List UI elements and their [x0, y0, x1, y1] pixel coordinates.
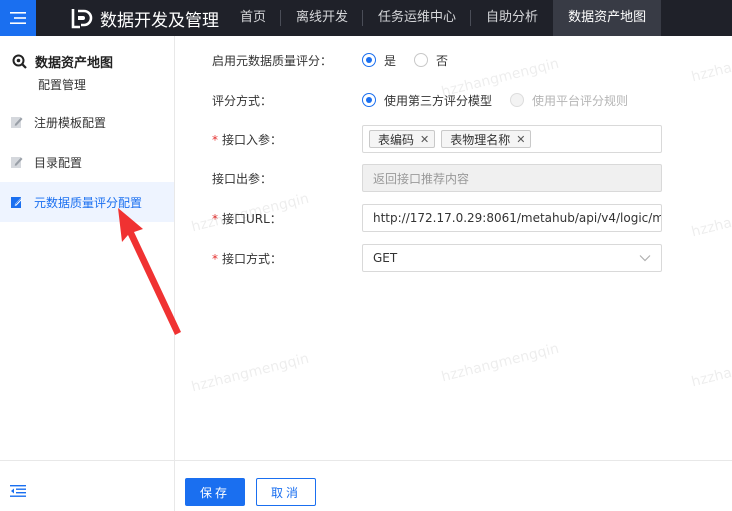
- input-params-label-text: 接口入参：: [222, 132, 283, 147]
- form-row-api-method: * 接口方式： GET: [175, 244, 732, 272]
- config-form: 启用元数据质量评分： 是 否 评分方式： 使用第三方评分模型 使用平台评分规则: [175, 36, 732, 511]
- required-mark: *: [212, 251, 218, 266]
- input-params-label: * 接口入参：: [212, 131, 282, 148]
- api-method-select[interactable]: GET: [362, 244, 662, 272]
- app-logo[interactable]: 数据开发及管理: [70, 6, 219, 31]
- top-navigation-bar: 数据开发及管理 首页 离线开发 任务运维中心 自助分析 数据资产地图: [0, 0, 732, 36]
- radio-third-party-model[interactable]: 使用第三方评分模型: [362, 92, 492, 109]
- output-params-label: 接口出参：: [212, 171, 273, 186]
- radio-enable-no[interactable]: 否: [414, 52, 448, 69]
- api-url-label: * 接口URL：: [212, 210, 282, 227]
- form-row-input-params: * 接口入参： 表编码 ✕ 表物理名称 ✕: [175, 125, 732, 153]
- menu-toggle-button[interactable]: [0, 0, 36, 36]
- select-value: GET: [373, 251, 398, 265]
- sidebar-item-label: 目录配置: [34, 155, 83, 170]
- radio-label: 使用平台评分规则: [532, 93, 629, 108]
- radio-enable-yes[interactable]: 是: [362, 52, 396, 69]
- edit-doc-icon: [11, 197, 23, 208]
- nav-item-task-ops[interactable]: 任务运维中心: [363, 0, 472, 36]
- form-row-enable-scoring: 启用元数据质量评分： 是 否: [175, 50, 732, 70]
- cancel-button[interactable]: 取消: [256, 478, 316, 506]
- radio-platform-rules[interactable]: 使用平台评分规则: [510, 92, 628, 109]
- radio-label: 是: [384, 53, 397, 68]
- logo-icon: [71, 9, 93, 29]
- api-url-input[interactable]: http://172.17.0.29:8061/metahub/api/v4/l…: [362, 204, 662, 232]
- radio-label: 否: [436, 53, 449, 68]
- radio-dot: [414, 53, 429, 67]
- radio-dot: [510, 93, 525, 107]
- tag-table-physical-name: 表物理名称 ✕: [441, 130, 532, 148]
- tag-table-code: 表编码 ✕: [369, 130, 436, 148]
- nav-item-self-analysis[interactable]: 自助分析: [471, 0, 553, 36]
- close-icon[interactable]: ✕: [420, 133, 429, 146]
- save-button[interactable]: 保存: [185, 478, 245, 506]
- edit-doc-icon: [11, 157, 23, 168]
- collapse-sidebar-icon[interactable]: [10, 485, 26, 497]
- radio-dot: [362, 53, 376, 67]
- api-url-label-text: 接口URL：: [222, 211, 282, 226]
- sidebar-item-label: 元数据质量评分配置: [34, 195, 143, 210]
- sidebar-item-register-template[interactable]: 注册模板配置: [0, 102, 174, 142]
- app-title: 数据开发及管理: [100, 10, 219, 31]
- enable-scoring-label: 启用元数据质量评分：: [212, 53, 333, 68]
- required-mark: *: [212, 211, 218, 226]
- tag-label: 表编码: [378, 132, 415, 147]
- input-params-tag-select[interactable]: 表编码 ✕ 表物理名称 ✕: [362, 125, 662, 153]
- scoring-method-label: 评分方式：: [212, 93, 273, 108]
- close-icon[interactable]: ✕: [516, 133, 525, 146]
- sidebar-item-label: 注册模板配置: [34, 115, 107, 130]
- required-mark: *: [212, 132, 218, 147]
- form-row-scoring-method: 评分方式： 使用第三方评分模型 使用平台评分规则: [175, 90, 732, 110]
- sidebar-title: 数据资产地图: [35, 56, 114, 71]
- footer-divider: [175, 460, 732, 461]
- scoring-method-radio-group: 使用第三方评分模型 使用平台评分规则: [362, 92, 646, 109]
- sidebar-subtitle: 配置管理: [38, 78, 87, 92]
- sidebar-item-metadata-quality[interactable]: 元数据质量评分配置: [0, 182, 174, 222]
- tag-label: 表物理名称: [450, 132, 511, 147]
- sidebar-item-catalog[interactable]: 目录配置: [0, 142, 174, 182]
- form-row-output-params: 接口出参： 返回接口推荐内容: [175, 164, 732, 192]
- api-method-label-text: 接口方式：: [222, 251, 283, 266]
- enable-scoring-radio-group: 是 否: [362, 52, 466, 69]
- api-method-label: * 接口方式：: [212, 250, 282, 267]
- menu-icon: [10, 12, 26, 24]
- main-nav: 首页 离线开发 任务运维中心 自助分析 数据资产地图: [225, 0, 662, 36]
- nav-item-data-asset-map[interactable]: 数据资产地图: [553, 0, 662, 36]
- nav-item-home[interactable]: 首页: [225, 0, 282, 36]
- output-params-field[interactable]: 返回接口推荐内容: [362, 164, 662, 192]
- sidebar-divider: [0, 460, 174, 461]
- radio-dot: [362, 93, 376, 107]
- edit-doc-icon: [11, 117, 23, 128]
- sidebar: 数据资产地图 配置管理 注册模板配置 目录配置 元数据质量评分配置: [0, 36, 175, 511]
- nav-item-offline-dev[interactable]: 离线开发: [281, 0, 364, 36]
- form-row-api-url: * 接口URL： http://172.17.0.29:8061/metahub/…: [175, 204, 732, 232]
- radio-label: 使用第三方评分模型: [384, 93, 493, 108]
- sidebar-header: 数据资产地图 配置管理: [0, 36, 174, 102]
- asset-search-icon: [12, 54, 27, 69]
- chevron-down-icon: [639, 255, 651, 262]
